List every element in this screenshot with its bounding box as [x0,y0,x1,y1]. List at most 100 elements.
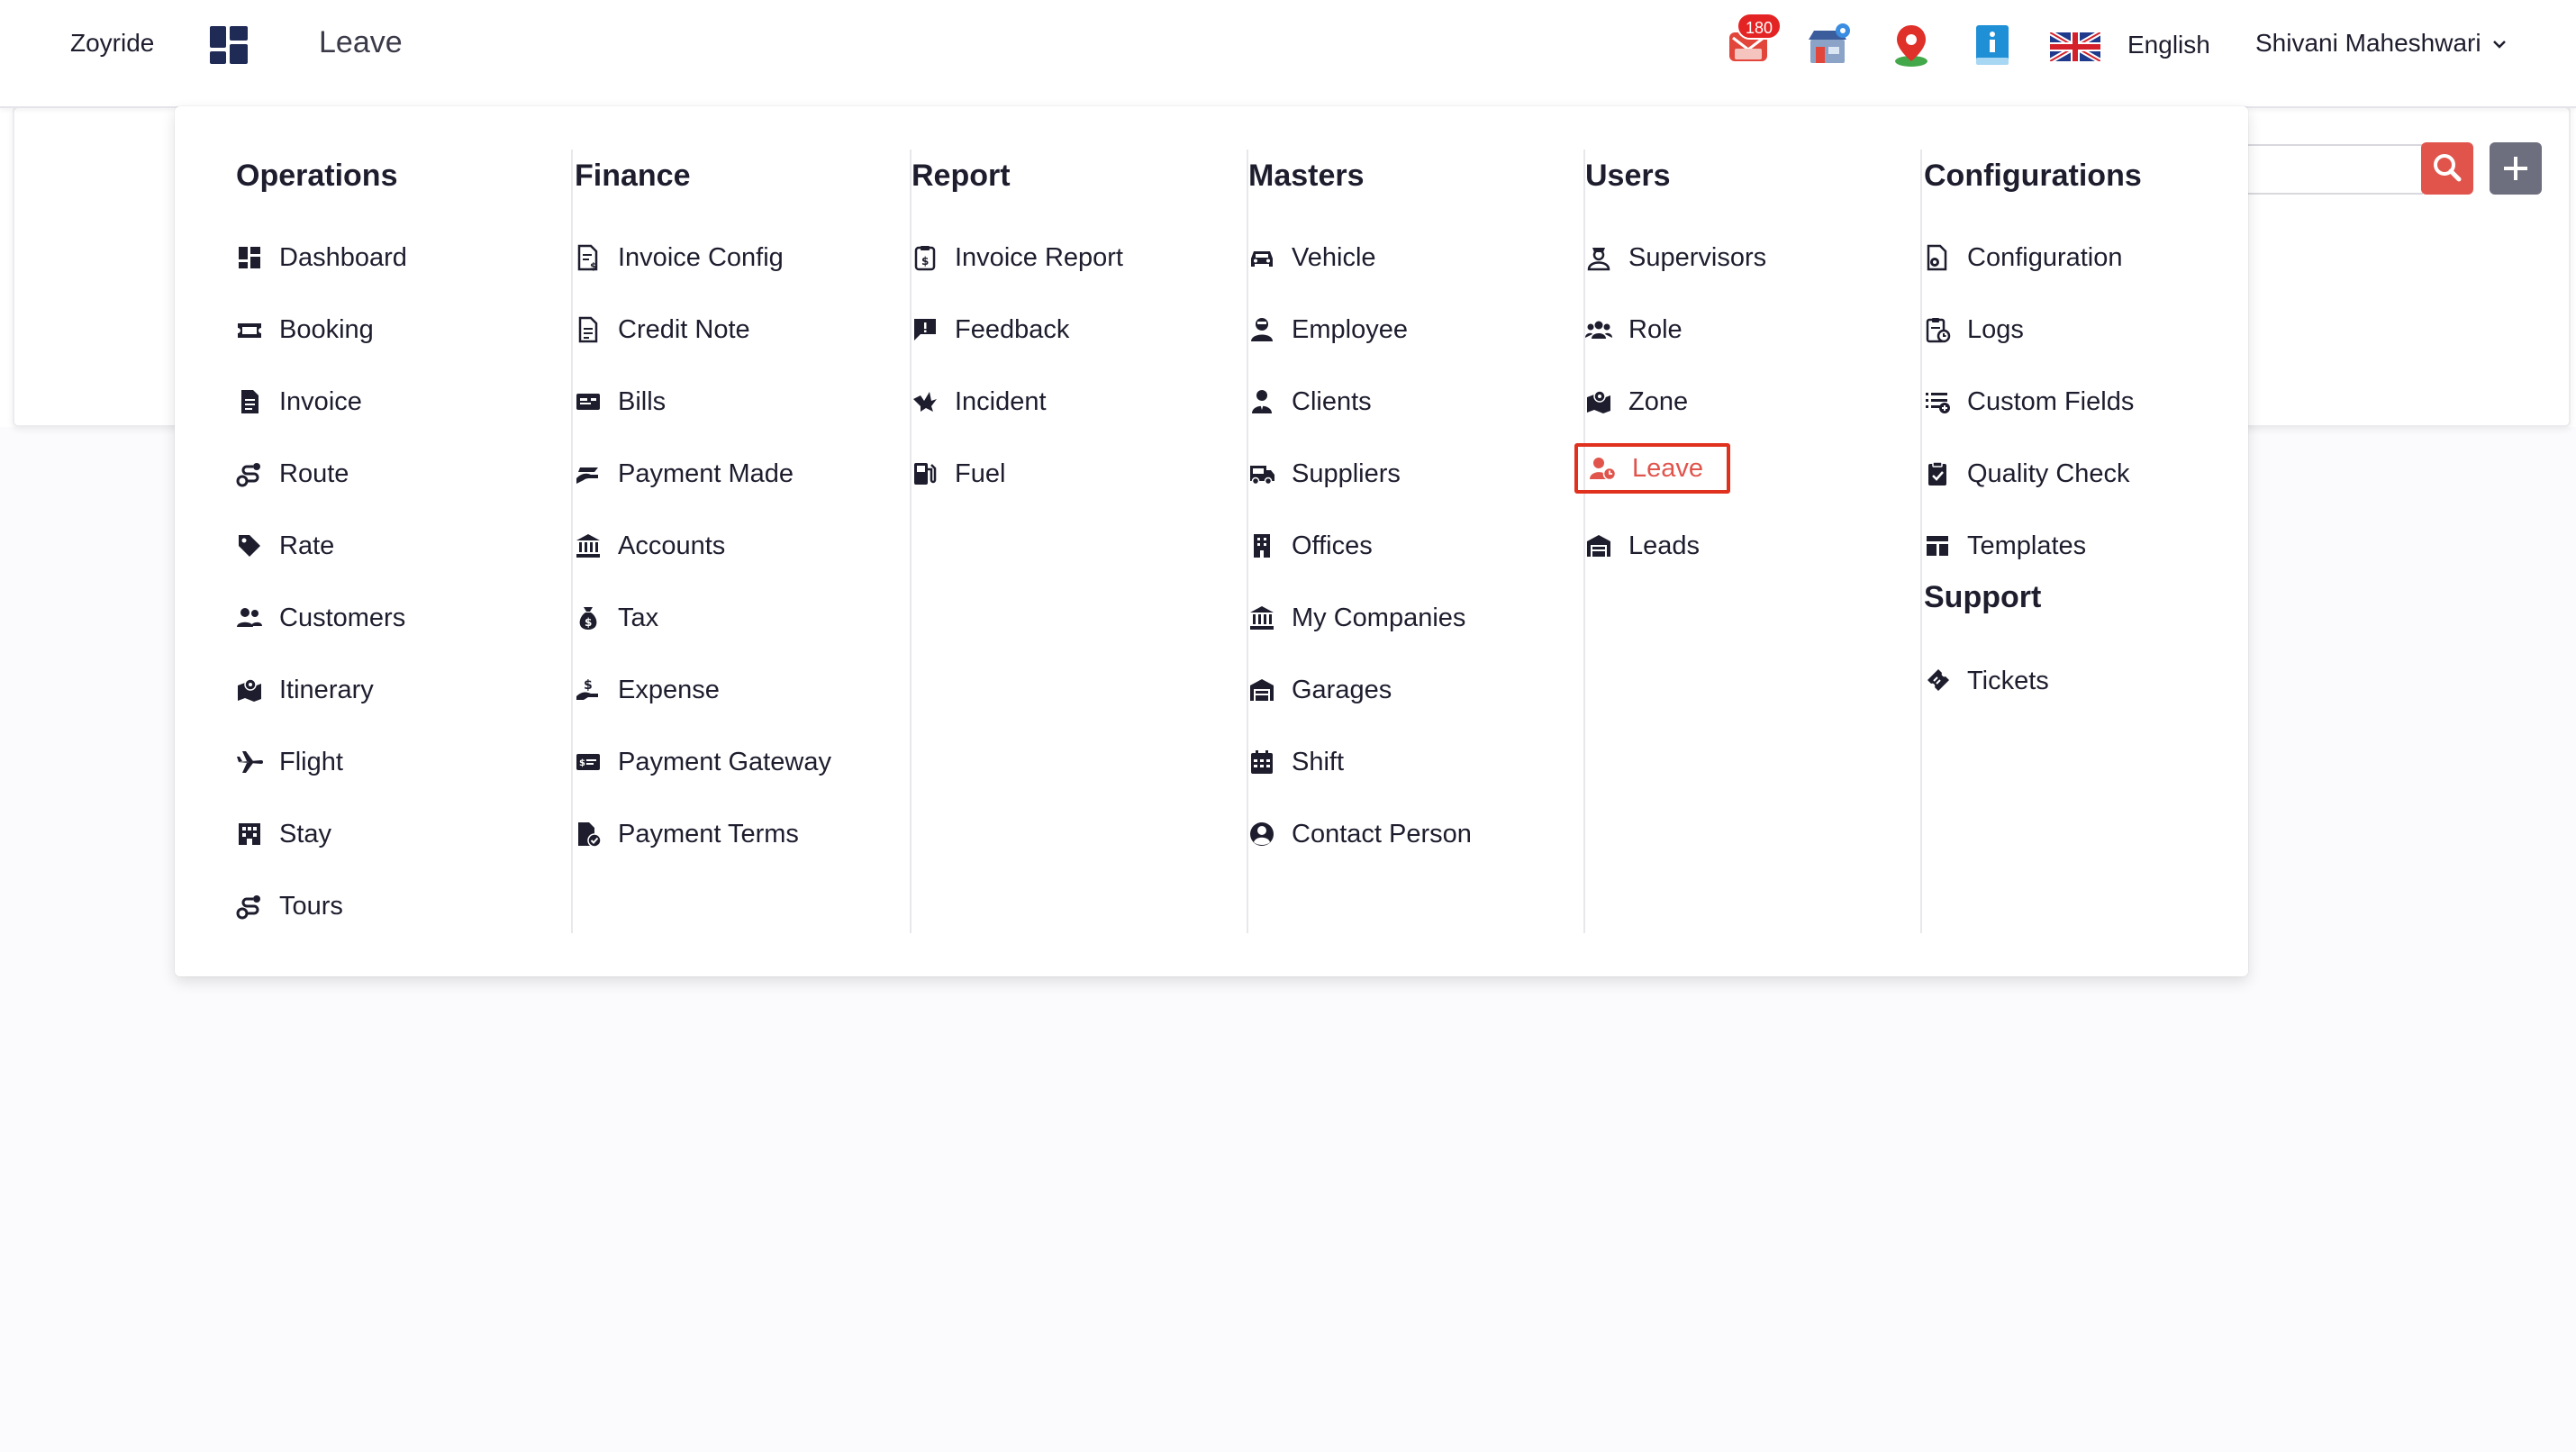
support-heading: Support [1924,580,2042,614]
menu-item-invoice-report[interactable]: $ Invoice Report [901,232,1123,283]
building-icon [1254,534,1270,558]
plus-icon [2504,157,2527,180]
mega-menu: Operations Dashboard Booking Invoice Rou… [175,106,2248,976]
dashboard-icon [239,247,260,268]
route-icon [236,463,260,487]
menu-item-contact-person[interactable]: Contact Person [1238,809,1472,859]
column-heading: Report [912,159,1011,193]
language-selector[interactable]: English [2127,31,2210,59]
menu-item-clients[interactable]: Clients [1238,377,1372,427]
supervisor-icon [1587,248,1610,271]
menu-item-payment-terms[interactable]: Payment Terms [564,809,799,859]
invoice-config-icon: $ [577,244,598,271]
note-icon [578,316,598,343]
menu-item-rate[interactable]: Rate [225,521,334,571]
svg-text:$: $ [584,678,593,693]
user-clock-icon [1590,458,1616,481]
menu-item-configuration[interactable]: Configuration [1913,232,2123,283]
calendar-icon [1251,750,1273,774]
user-menu[interactable]: Shivani Maheshwari [2255,29,2481,58]
menu-item-dashboard[interactable]: Dashboard [225,232,407,283]
menu-item-payment-gateway[interactable]: $ Payment Gateway [564,737,831,787]
store-location-icon[interactable] [1807,22,1854,68]
users-group-icon [1585,321,1612,339]
menu-item-leads[interactable]: Leads [1574,521,1700,571]
search-icon [2434,154,2462,182]
search-input[interactable] [2243,144,2423,195]
garage-icon [1587,535,1610,557]
menu-column-users: Users Supervisors Role Zone Leave Leads [1574,150,1922,933]
garage-icon [1250,679,1274,701]
menu-item-tickets[interactable]: Tickets [1913,656,2049,706]
menu-item-stay[interactable]: Stay [225,809,331,859]
menu-item-customers[interactable]: Customers [225,593,405,643]
menu-item-invoice-config[interactable]: $ Invoice Config [564,232,784,283]
log-icon [1926,318,1951,343]
svg-text:$: $ [590,260,597,271]
menu-item-tours[interactable]: Tours [225,881,343,931]
menu-item-itinerary[interactable]: Itinerary [225,665,374,715]
menu-item-quality-check[interactable]: Quality Check [1913,449,2130,499]
svg-text:$: $ [921,255,929,268]
menu-item-bills[interactable]: Bills [564,377,666,427]
menu-item-tax[interactable]: $ Tax [564,593,658,643]
menu-item-role[interactable]: Role [1574,304,1683,355]
map-icon [238,678,261,702]
column-heading: Users [1585,159,1671,193]
user-circle-icon [1250,822,1274,846]
menu-item-vehicle[interactable]: Vehicle [1238,232,1376,283]
payment-hand-icon [576,467,598,484]
info-book-icon[interactable] [1969,22,2016,68]
menu-item-invoice[interactable]: Invoice [225,377,362,427]
svg-text:$: $ [579,758,585,768]
incident-icon [913,392,937,412]
menu-item-leave[interactable]: Leave [1574,443,1731,494]
menu-item-employee[interactable]: Employee [1238,304,1408,355]
brand-name[interactable]: Zoyride [70,29,154,58]
menu-item-accounts[interactable]: Accounts [564,521,725,571]
menu-item-supervisors[interactable]: Supervisors [1574,232,1766,283]
menu-item-shift[interactable]: Shift [1238,737,1344,787]
money-bag-icon: $ [579,607,597,630]
menu-item-templates[interactable]: Templates [1913,521,2086,571]
page-title: Leave [319,25,403,59]
tag-icon [239,535,260,557]
menu-column-report: Report $ Invoice Report Feedback Inciden… [912,150,1248,933]
chevron-down-icon[interactable] [2490,34,2509,54]
template-icon [1927,536,1948,556]
feedback-icon [914,319,936,340]
menu-item-feedback[interactable]: Feedback [901,304,1069,355]
menu-item-fuel[interactable]: Fuel [901,449,1005,499]
menu-column-masters: Masters Vehicle Employee Clients Supplie… [1248,150,1585,933]
menu-item-expense[interactable]: $ Expense [564,665,720,715]
menu-item-credit-note[interactable]: Credit Note [564,304,750,355]
list-plus-icon [1926,393,1950,413]
map-pin-icon[interactable] [1888,22,1935,68]
fuel-icon [914,463,937,485]
menu-item-payment-made[interactable]: Payment Made [564,449,794,499]
add-button[interactable] [2490,142,2542,195]
menu-item-suppliers[interactable]: Suppliers [1238,449,1401,499]
menu-item-my-companies[interactable]: My Companies [1238,593,1465,643]
apps-grid-icon[interactable] [209,25,249,65]
card-icon: $ [576,754,600,770]
menu-item-offices[interactable]: Offices [1238,521,1373,571]
route-icon [236,895,260,920]
expense-icon: $ [576,678,598,700]
menu-item-custom-fields[interactable]: Custom Fields [1913,377,2134,427]
menu-item-zone[interactable]: Zone [1574,377,1688,427]
column-heading: Operations [236,159,398,193]
menu-item-logs[interactable]: Logs [1913,304,2024,355]
menu-item-flight[interactable]: Flight [225,737,343,787]
menu-item-garages[interactable]: Garages [1238,665,1392,715]
bank-icon [576,534,600,558]
bill-icon [576,394,600,410]
top-bar: Zoyride Leave 180 English Shivani Mahesh… [0,0,2576,108]
uk-flag-icon[interactable] [2050,32,2100,61]
menu-column-configurations: Configurations Configuration Logs Custom… [1924,150,2261,933]
menu-item-incident[interactable]: Incident [901,377,1047,427]
search-button[interactable] [2421,142,2473,195]
menu-item-route[interactable]: Route [225,449,349,499]
menu-item-booking[interactable]: Booking [225,304,374,355]
hotel-icon [239,823,260,845]
